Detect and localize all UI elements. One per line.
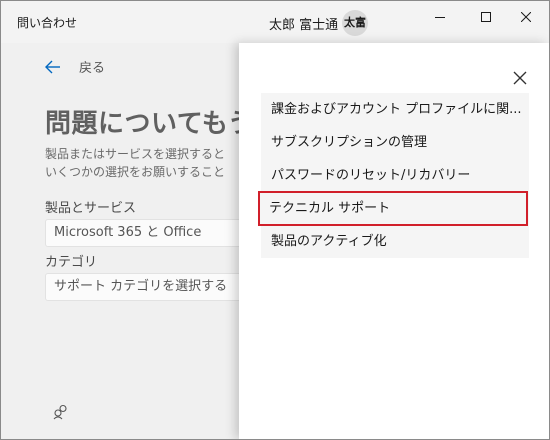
community-icon[interactable] [53, 404, 69, 420]
menu-item-technical-support[interactable]: テクニカル サポート [258, 191, 528, 226]
back-label: 戻る [79, 61, 106, 76]
app-title: 問い合わせ [17, 16, 78, 30]
title-bar: 問い合わせ 太郎 富士通 太富 [1, 1, 549, 43]
menu-item-subscription[interactable]: サブスクリプションの管理 [261, 126, 529, 159]
app-window: 問い合わせ 太郎 富士通 太富 戻る 問題についてもう 製品またはサービスを選択… [0, 0, 550, 440]
back-button[interactable]: 戻る [45, 57, 105, 76]
close-window-button[interactable] [503, 1, 549, 33]
menu-item-billing[interactable]: 課金およびアカウント プロファイルに関... [261, 93, 529, 126]
minimize-button[interactable] [417, 1, 463, 33]
page-description: 製品またはサービスを選択すると いくつかの選択をお願いすること [45, 145, 225, 181]
menu-item-activation[interactable]: 製品のアクティブ化 [261, 225, 529, 258]
arrow-left-icon [45, 60, 60, 73]
close-icon[interactable] [511, 69, 529, 87]
category-label: カテゴリ [45, 255, 98, 270]
category-panel: 課金およびアカウント プロファイルに関... サブスクリプションの管理 パスワー… [239, 43, 549, 439]
user-name: 太郎 富士通 [269, 18, 339, 33]
category-dropdown-list: 課金およびアカウント プロファイルに関... サブスクリプションの管理 パスワー… [258, 93, 529, 258]
close-window-icon [521, 12, 531, 22]
description-line-1: 製品またはサービスを選択すると [45, 147, 226, 161]
maximize-icon [481, 12, 491, 22]
menu-item-password-reset[interactable]: パスワードのリセット/リカバリー [261, 159, 529, 192]
avatar[interactable]: 太富 [342, 10, 368, 36]
page-title: 問題についてもう [45, 109, 255, 139]
product-label: 製品とサービス [45, 201, 137, 216]
description-line-2: いくつかの選択をお願いすること [45, 165, 226, 179]
minimize-icon [435, 17, 445, 18]
